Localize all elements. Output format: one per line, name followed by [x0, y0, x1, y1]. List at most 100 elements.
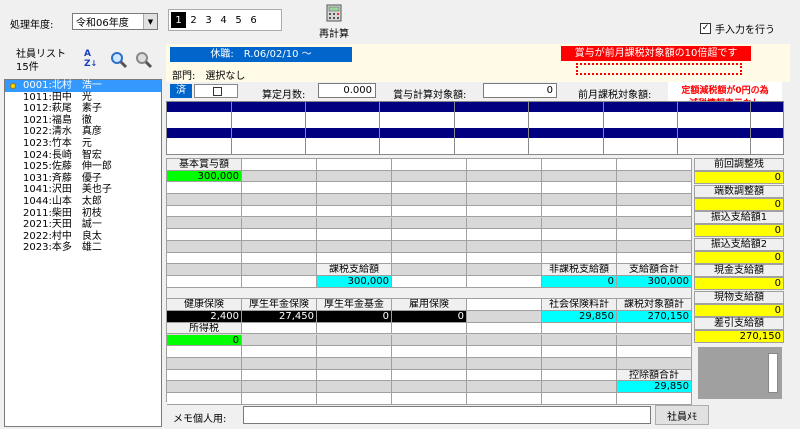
employee-list-item[interactable]: 0001:北村 浩一: [5, 80, 161, 92]
grid-cell[interactable]: [467, 357, 542, 370]
grid-cell[interactable]: [392, 229, 467, 241]
grid-cell[interactable]: [317, 357, 392, 370]
grid-cell[interactable]: [542, 217, 617, 230]
grid-cell[interactable]: [467, 159, 542, 171]
grid-cell[interactable]: [242, 159, 317, 171]
grid-cell[interactable]: [317, 381, 392, 393]
grid-cell[interactable]: [392, 264, 467, 276]
grid-cell[interactable]: [317, 159, 392, 171]
done-checkbox[interactable]: [213, 87, 222, 96]
social-insurance-total-value[interactable]: 29,850: [542, 311, 617, 323]
grid-cell[interactable]: [317, 369, 392, 382]
grid-cell[interactable]: [317, 194, 392, 206]
grid-cell[interactable]: [317, 229, 392, 241]
grid-cell[interactable]: [617, 334, 692, 347]
grid-cell[interactable]: [467, 276, 542, 288]
year-select[interactable]: 令和06年度 ▼: [72, 13, 158, 30]
grid-cell[interactable]: [167, 240, 242, 253]
grid-cell[interactable]: [467, 205, 542, 218]
grid-cell[interactable]: [242, 322, 317, 335]
grid-cell[interactable]: [467, 240, 542, 253]
grid-cell[interactable]: [167, 393, 242, 405]
grid-cell[interactable]: [542, 252, 617, 265]
grid-cell[interactable]: [392, 170, 467, 183]
grid-cell[interactable]: [392, 182, 467, 195]
grid-cell[interactable]: [242, 240, 317, 253]
grid-cell[interactable]: [617, 393, 692, 405]
grid-cell[interactable]: [392, 240, 467, 253]
grid-cell[interactable]: [317, 205, 392, 218]
grid-cell[interactable]: [242, 182, 317, 195]
employee-list-item[interactable]: 1023:竹本 元: [5, 138, 161, 150]
grid-cell[interactable]: [317, 346, 392, 358]
grid-cell[interactable]: [242, 194, 317, 206]
grid-cell[interactable]: [617, 322, 692, 335]
grid-cell[interactable]: [617, 170, 692, 183]
grid-cell[interactable]: [392, 393, 467, 405]
recalc-button[interactable]: 再計算: [316, 4, 352, 40]
grid-cell[interactable]: [542, 322, 617, 335]
grid-cell[interactable]: [617, 252, 692, 265]
taxable-pay-value[interactable]: 300,000: [317, 276, 392, 288]
grid-cell[interactable]: [317, 252, 392, 265]
done-toggle[interactable]: [194, 84, 238, 98]
grid-cell[interactable]: [392, 205, 467, 218]
grid-cell[interactable]: [392, 381, 467, 393]
grid-cell[interactable]: [467, 322, 542, 335]
deduction-total-value[interactable]: 29,850: [617, 381, 692, 393]
grid-cell[interactable]: [467, 252, 542, 265]
sort-az-icon[interactable]: A Z↓: [84, 50, 97, 69]
employee-list-item[interactable]: 2021:天田 誠一: [5, 219, 161, 231]
grid-cell[interactable]: [467, 264, 542, 276]
memo-input[interactable]: [243, 406, 651, 424]
grid-cell[interactable]: [167, 369, 242, 382]
right-panel-value[interactable]: 0: [694, 171, 784, 184]
search-icon[interactable]: [110, 51, 128, 69]
right-panel-value[interactable]: 0: [694, 250, 784, 264]
grid-cell[interactable]: [617, 205, 692, 218]
months-input[interactable]: 0.000: [318, 83, 376, 98]
grid-cell[interactable]: [167, 381, 242, 393]
grid-cell[interactable]: [467, 393, 542, 405]
grid-cell[interactable]: [167, 205, 242, 218]
grid-cell[interactable]: [542, 369, 617, 382]
right-panel-value[interactable]: 0: [694, 197, 784, 211]
manual-input-checkbox[interactable]: ✓: [700, 23, 711, 34]
grid-cell[interactable]: [392, 276, 467, 288]
grid-cell[interactable]: [167, 264, 242, 276]
page-tab-4[interactable]: 4: [216, 12, 231, 28]
grid-cell[interactable]: [542, 205, 617, 218]
grid-cell[interactable]: [242, 229, 317, 241]
page-tab-2[interactable]: 2: [186, 12, 201, 28]
grid-cell[interactable]: [167, 217, 242, 230]
grid-cell[interactable]: [467, 299, 542, 312]
grid-cell[interactable]: [242, 381, 317, 393]
employee-list-item[interactable]: 2023:本多 雄二: [5, 242, 161, 254]
grid-cell[interactable]: [542, 159, 617, 171]
grid-cell[interactable]: [167, 357, 242, 370]
employee-list-item[interactable]: 1041:沢田 美也子: [5, 184, 161, 196]
pension-fund-value[interactable]: 0: [317, 311, 392, 323]
employee-list-item[interactable]: 2022:村中 良太: [5, 231, 161, 243]
employee-list-item[interactable]: 1012:萩尾 素子: [5, 103, 161, 115]
grid-cell[interactable]: [467, 194, 542, 206]
grid-cell[interactable]: [392, 252, 467, 265]
grid-cell[interactable]: [617, 240, 692, 253]
grid-cell[interactable]: [467, 229, 542, 241]
grid-cell[interactable]: [392, 217, 467, 230]
advanced-search-icon[interactable]: [135, 51, 153, 69]
right-panel-value[interactable]: 0: [694, 277, 784, 290]
employee-list-item[interactable]: 1022:清水 真彦: [5, 126, 161, 138]
grid-cell[interactable]: [392, 346, 467, 358]
page-tab-6[interactable]: 6: [246, 12, 261, 28]
grid-cell[interactable]: [317, 170, 392, 183]
grid-cell[interactable]: [467, 334, 542, 347]
employment-insurance-value[interactable]: 0: [392, 311, 467, 323]
grid-cell[interactable]: [167, 194, 242, 206]
grid-cell[interactable]: [617, 346, 692, 358]
employee-list-item[interactable]: 1024:長崎 智宏: [5, 150, 161, 162]
grid-cell[interactable]: [242, 264, 317, 276]
grid-cell[interactable]: [467, 381, 542, 393]
grid-cell[interactable]: [392, 322, 467, 335]
grid-cell[interactable]: [317, 240, 392, 253]
